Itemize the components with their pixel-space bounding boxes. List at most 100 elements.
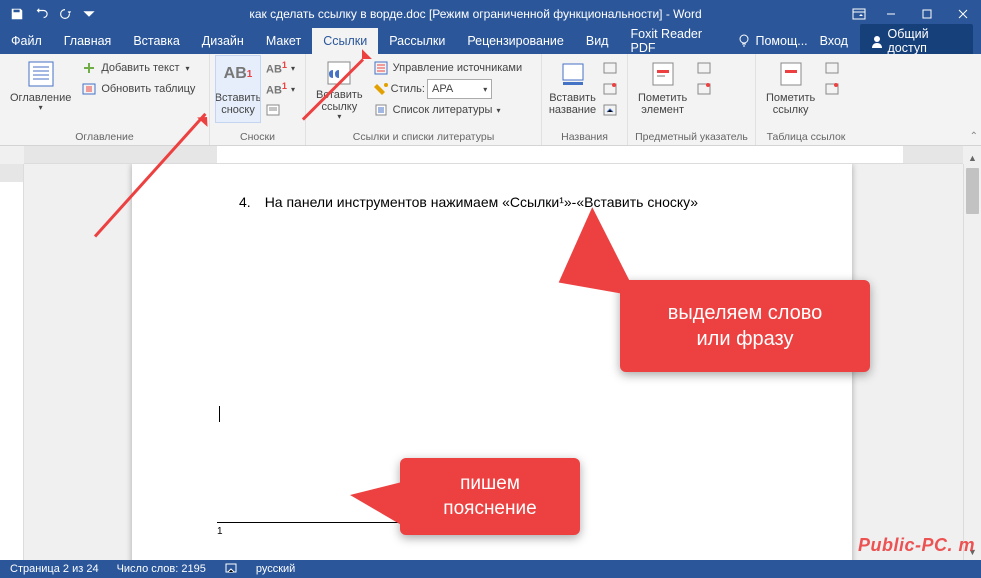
callout-write-note: пишем пояснение <box>400 458 580 535</box>
manage-sources-icon <box>373 60 389 76</box>
signin-button[interactable]: Вход <box>820 34 848 48</box>
scroll-up-button[interactable]: ▲ <box>964 150 981 166</box>
share-button[interactable]: Общий доступ <box>860 24 973 58</box>
tab-layout[interactable]: Макет <box>255 28 312 54</box>
tab-review[interactable]: Рецензирование <box>456 28 575 54</box>
status-words[interactable]: Число слов: 2195 <box>117 563 206 575</box>
maximize-icon <box>922 9 932 19</box>
collapse-ribbon-button[interactable]: ⌃ <box>970 131 978 142</box>
mark-entry-button[interactable]: Пометить элемент <box>634 56 691 122</box>
redo-icon <box>58 7 72 21</box>
caption-icon <box>557 58 589 90</box>
list-number: 4. <box>239 194 251 210</box>
ribbon: Оглавление▾ Добавить текст▾ Обновить таб… <box>0 54 981 146</box>
callout-tail <box>559 204 652 297</box>
callout-tail <box>350 480 410 530</box>
group-index-label: Предметный указатель <box>634 131 749 145</box>
watermark: Public-PC. m <box>858 535 975 556</box>
group-footnotes-label: Сноски <box>216 131 299 145</box>
style-select[interactable]: APA▾ <box>427 79 492 99</box>
save-button[interactable] <box>6 3 28 25</box>
update-toa-icon <box>825 82 839 96</box>
insert-tof-button[interactable] <box>599 58 621 78</box>
mark-citation-icon <box>775 58 807 90</box>
tab-foxit[interactable]: Foxit Reader PDF <box>619 28 737 54</box>
update-icon <box>81 81 97 97</box>
footnote-icon: AB1 <box>222 58 254 90</box>
text-cursor <box>219 406 767 422</box>
group-toa-label: Таблица ссылок <box>762 131 850 145</box>
status-page[interactable]: Страница 2 из 24 <box>10 563 99 575</box>
vertical-ruler[interactable] <box>0 164 24 560</box>
insert-toa-button[interactable] <box>821 58 843 78</box>
update-index-button[interactable] <box>693 79 715 99</box>
toc-button[interactable]: Оглавление▾ <box>6 56 75 122</box>
redo-button[interactable] <box>54 3 76 25</box>
share-label: Общий доступ <box>888 27 963 55</box>
group-index: Пометить элемент Предметный указатель <box>628 54 756 145</box>
group-citations: Вставить ссылку▾ Управление источниками … <box>306 54 542 145</box>
window-title: как сделать ссылку в ворде.doc [Режим ог… <box>106 7 845 21</box>
bibliography-button[interactable]: Список литературы▾ <box>369 100 526 120</box>
lightbulb-icon <box>737 34 751 48</box>
insert-toa-icon <box>825 61 839 75</box>
qat-customize-button[interactable] <box>78 3 100 25</box>
insert-endnote-button[interactable]: AB1▾ <box>262 58 299 78</box>
minimize-icon <box>886 9 896 19</box>
next-footnote-button[interactable]: AB1▾ <box>262 79 299 99</box>
show-notes-button[interactable] <box>262 100 299 120</box>
mark-entry-icon <box>647 58 679 90</box>
tab-insert[interactable]: Вставка <box>122 28 190 54</box>
update-tof-icon <box>603 82 617 96</box>
add-text-button[interactable]: Добавить текст▾ <box>77 58 199 78</box>
status-proofing-icon[interactable] <box>224 561 238 578</box>
person-icon <box>870 34 883 48</box>
update-index-icon <box>697 82 711 96</box>
group-footnotes: AB1 Вставить сноску AB1▾ AB1▾ Сноски <box>210 54 306 145</box>
tof-icon <box>603 61 617 75</box>
title-bar: как сделать ссылку в ворде.doc [Режим ог… <box>0 0 981 28</box>
undo-button[interactable] <box>30 3 52 25</box>
tab-design[interactable]: Дизайн <box>191 28 255 54</box>
insert-index-button[interactable] <box>693 58 715 78</box>
mark-citation-button[interactable]: Пометить ссылку <box>762 56 819 122</box>
manage-sources-button[interactable]: Управление источниками <box>369 58 526 78</box>
tab-references[interactable]: Ссылки <box>312 28 378 54</box>
add-text-icon <box>81 60 97 76</box>
tab-view[interactable]: Вид <box>575 28 620 54</box>
group-toa: Пометить ссылку Таблица ссылок <box>756 54 856 145</box>
callout-highlight-word: выделяем слово или фразу <box>620 280 870 372</box>
chevron-down-icon <box>82 7 96 21</box>
insert-index-icon <box>697 61 711 75</box>
crossref-icon <box>603 103 617 117</box>
cross-ref-button[interactable] <box>599 100 621 120</box>
bibliography-icon <box>373 102 389 118</box>
vertical-scrollbar[interactable]: ▲ ▼ <box>963 164 981 560</box>
insert-caption-button[interactable]: Вставить название <box>548 56 597 122</box>
tab-file[interactable]: Файл <box>0 28 53 54</box>
tell-me-label: Помощ... <box>755 34 807 48</box>
tab-mailings[interactable]: Рассылки <box>378 28 456 54</box>
list-item: 4. На панели инструментов нажимаем «Ссыл… <box>217 194 767 210</box>
group-toc: Оглавление▾ Добавить текст▾ Обновить таб… <box>0 54 210 145</box>
tell-me-button[interactable]: Помощ... <box>737 34 807 48</box>
update-toa-button[interactable] <box>821 79 843 99</box>
list-text: На панели инструментов нажимаем «Ссылки¹… <box>265 194 698 210</box>
scrollbar-thumb[interactable] <box>966 168 979 214</box>
ribbon-options-button[interactable] <box>845 6 873 22</box>
tab-home[interactable]: Главная <box>53 28 123 54</box>
citation-style-button[interactable]: Стиль:APA▾ <box>369 79 526 99</box>
notes-icon <box>266 103 280 117</box>
undo-icon <box>34 7 48 21</box>
group-captions: Вставить название Названия <box>542 54 628 145</box>
save-icon <box>10 7 24 21</box>
update-tof-button[interactable] <box>599 79 621 99</box>
ribbon-display-icon <box>851 6 867 22</box>
status-language[interactable]: русский <box>256 563 295 575</box>
group-citations-label: Ссылки и списки литературы <box>312 131 535 145</box>
update-table-button[interactable]: Обновить таблицу <box>77 79 199 99</box>
close-icon <box>958 9 968 19</box>
toc-icon <box>25 58 57 90</box>
quick-access-toolbar <box>0 3 106 25</box>
insert-footnote-button[interactable]: AB1 Вставить сноску <box>216 56 260 122</box>
